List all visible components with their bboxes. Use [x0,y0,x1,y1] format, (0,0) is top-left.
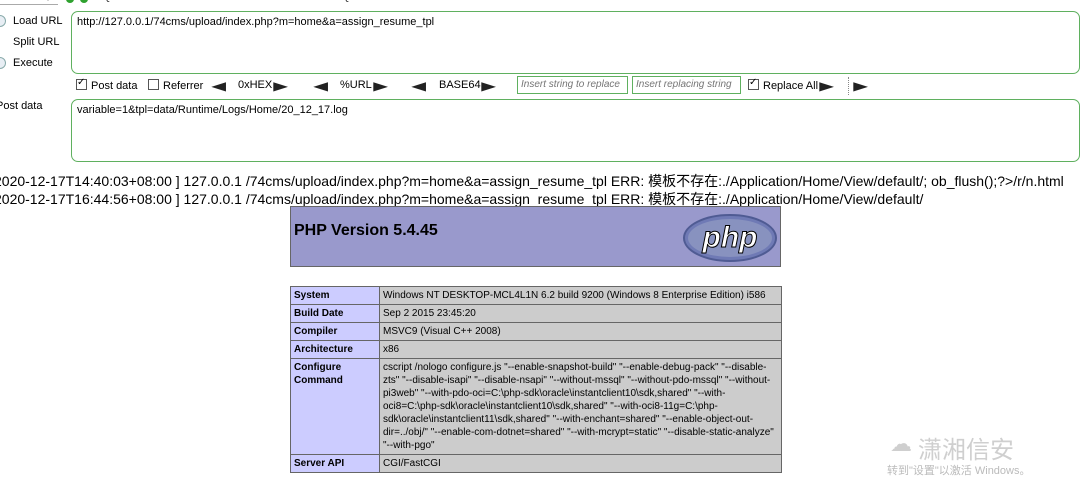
hex-encode-button[interactable]: ▶ [273,79,289,93]
load-url-icon [0,15,6,27]
url-field-value: http://127.0.0.1/74cms/upload/index.php?… [77,16,435,28]
arrow-right-icon: ▶ [819,79,835,93]
php-version-title: PHP Version 5.4.45 [294,222,438,239]
table-row: Server API CGI/FastCGI [290,454,782,473]
post-data-value: variable=1&tpl=data/Runtime/Logs/Home/20… [77,104,348,116]
url-decode-button[interactable]: ◀ [313,79,329,93]
row-key: Architecture [290,340,380,359]
menu-item[interactable]: TOOLS▾ [393,0,433,3]
row-key: Compiler [290,322,380,341]
load-url-label: Load URL [13,15,63,27]
menu-item[interactable]: ENCRYPTION▾ [634,0,707,3]
toolbar-divider [848,77,850,95]
referrer-checkbox-label: Referrer [163,80,204,92]
row-key: Configure Command [290,358,380,455]
menu-item[interactable]: HTML▾ [591,0,624,3]
php-logo: php [683,214,777,262]
url-label: %URL [340,79,372,91]
replacing-string-input[interactable] [632,76,741,94]
table-row: Architecture x86 [290,340,782,359]
base64-decode-button[interactable]: ◀ [411,79,427,93]
post-data-checkbox-label: Post data [91,80,138,92]
menu-item[interactable]: XSS▾ [766,0,792,3]
php-logo-text: php [702,221,758,254]
hex-decode-button[interactable]: ◀ [211,79,227,93]
status-indicator-icon[interactable] [80,0,88,3]
hackbar-menu: ▾ SQL BASICS▾ UNION BASED▾ ERROR/DOUBLE QU… [0,0,1080,6]
post-data-checkbox[interactable]: Post data [76,77,138,92]
table-row: Build Date Sep 2 2015 23:45:20 [290,304,782,323]
arrow-left-icon: ◀ [313,79,329,93]
menu-item[interactable]: UNION BASED▾ [171,0,247,3]
arrow-right-icon: ▶ [373,79,389,93]
split-url-label: Split URL [13,36,60,48]
table-row: Compiler MSVC9 (Visual C++ 2008) [290,322,782,341]
version-dropdown[interactable]: ▾ [0,0,58,5]
url-encode-button[interactable]: ▶ [373,79,389,93]
arrow-left-icon: ◀ [411,79,427,93]
row-value: x86 [379,340,782,359]
row-key: System [290,286,380,305]
log-line: 2020-12-17T14:40:03+08:00 ] 127.0.0.1 /7… [0,173,1064,189]
checkbox-icon [148,79,159,90]
arrow-right-icon: ▶ [481,79,497,93]
arrow-right-icon: ▶ [853,79,869,93]
insert-string-input[interactable] [517,76,628,94]
checkbox-checked-icon [76,77,87,90]
row-value: MSVC9 (Visual C++ 2008) [379,322,782,341]
menu-item[interactable]: WAF BYPASS▾ [442,0,513,3]
replace-all-checkbox[interactable]: Replace All [748,77,819,92]
arrow-right-icon: ▶ [273,79,289,93]
menu-item[interactable]: ERROR/DOUBLE QUERY▾ [257,0,384,3]
post-data-field[interactable]: variable=1&tpl=data/Runtime/Logs/Home/20… [71,99,1080,162]
menu-item[interactable]: ENCODING▾ [522,0,583,3]
replace-button[interactable]: ▶ [819,79,835,93]
execute-label: Execute [13,57,53,69]
hex-label: 0xHEX [238,79,273,91]
row-value: Sep 2 2015 23:45:20 [379,304,782,323]
base64-label: BASE64 [439,79,481,91]
wechat-icon: ☁ [890,431,912,456]
checkbox-checked-icon [748,77,759,90]
execute-icon [0,57,6,69]
menu-item[interactable]: SQL BASICS▾ [96,0,162,3]
watermark-text: 潇湘信安 [918,437,1014,464]
menu-items: SQL BASICS▾ UNION BASED▾ ERROR/DOUBLE QUER… [96,0,830,3]
phpinfo-table: System Windows NT DESKTOP-MCL4L1N 6.2 bui… [290,286,782,473]
row-value: cscript /nologo configure.js "--enable-s… [379,358,782,455]
row-value: Windows NT DESKTOP-MCL4L1N 6.2 build 920… [379,286,782,305]
menu-item[interactable]: OTHER▾ [715,0,756,3]
base64-encode-button[interactable]: ▶ [481,79,497,93]
replace-all-label: Replace All [763,80,819,92]
url-field[interactable]: http://127.0.0.1/74cms/upload/index.php?… [71,11,1080,74]
row-key: Server API [290,454,380,473]
post-data-label: Post data [0,100,43,112]
table-row: System Windows NT DESKTOP-MCL4L1N 6.2 bui… [290,286,782,305]
row-key: Build Date [290,304,380,323]
phpinfo-header: PHP Version 5.4.45 php [290,206,781,267]
row-value: CGI/FastCGI [379,454,782,473]
activate-windows-text: 转到"设置"以激活 Windows。 [887,465,1031,477]
menu-item[interactable]: LFI▾ [800,0,820,3]
chevron-down-icon: ▾ [46,0,50,3]
table-row: Configure Command cscript /nologo configu… [290,358,782,455]
enable-indicator-icon[interactable] [66,0,74,3]
arrow-left-icon: ◀ [211,79,227,93]
referrer-checkbox[interactable]: Referrer [148,79,203,92]
hackbar-toolbar: Post data Referrer ◀ 0xHEX ▶ ◀ %URL ▶ ◀ … [74,76,1074,97]
replace-next-button[interactable]: ▶ [853,79,869,93]
